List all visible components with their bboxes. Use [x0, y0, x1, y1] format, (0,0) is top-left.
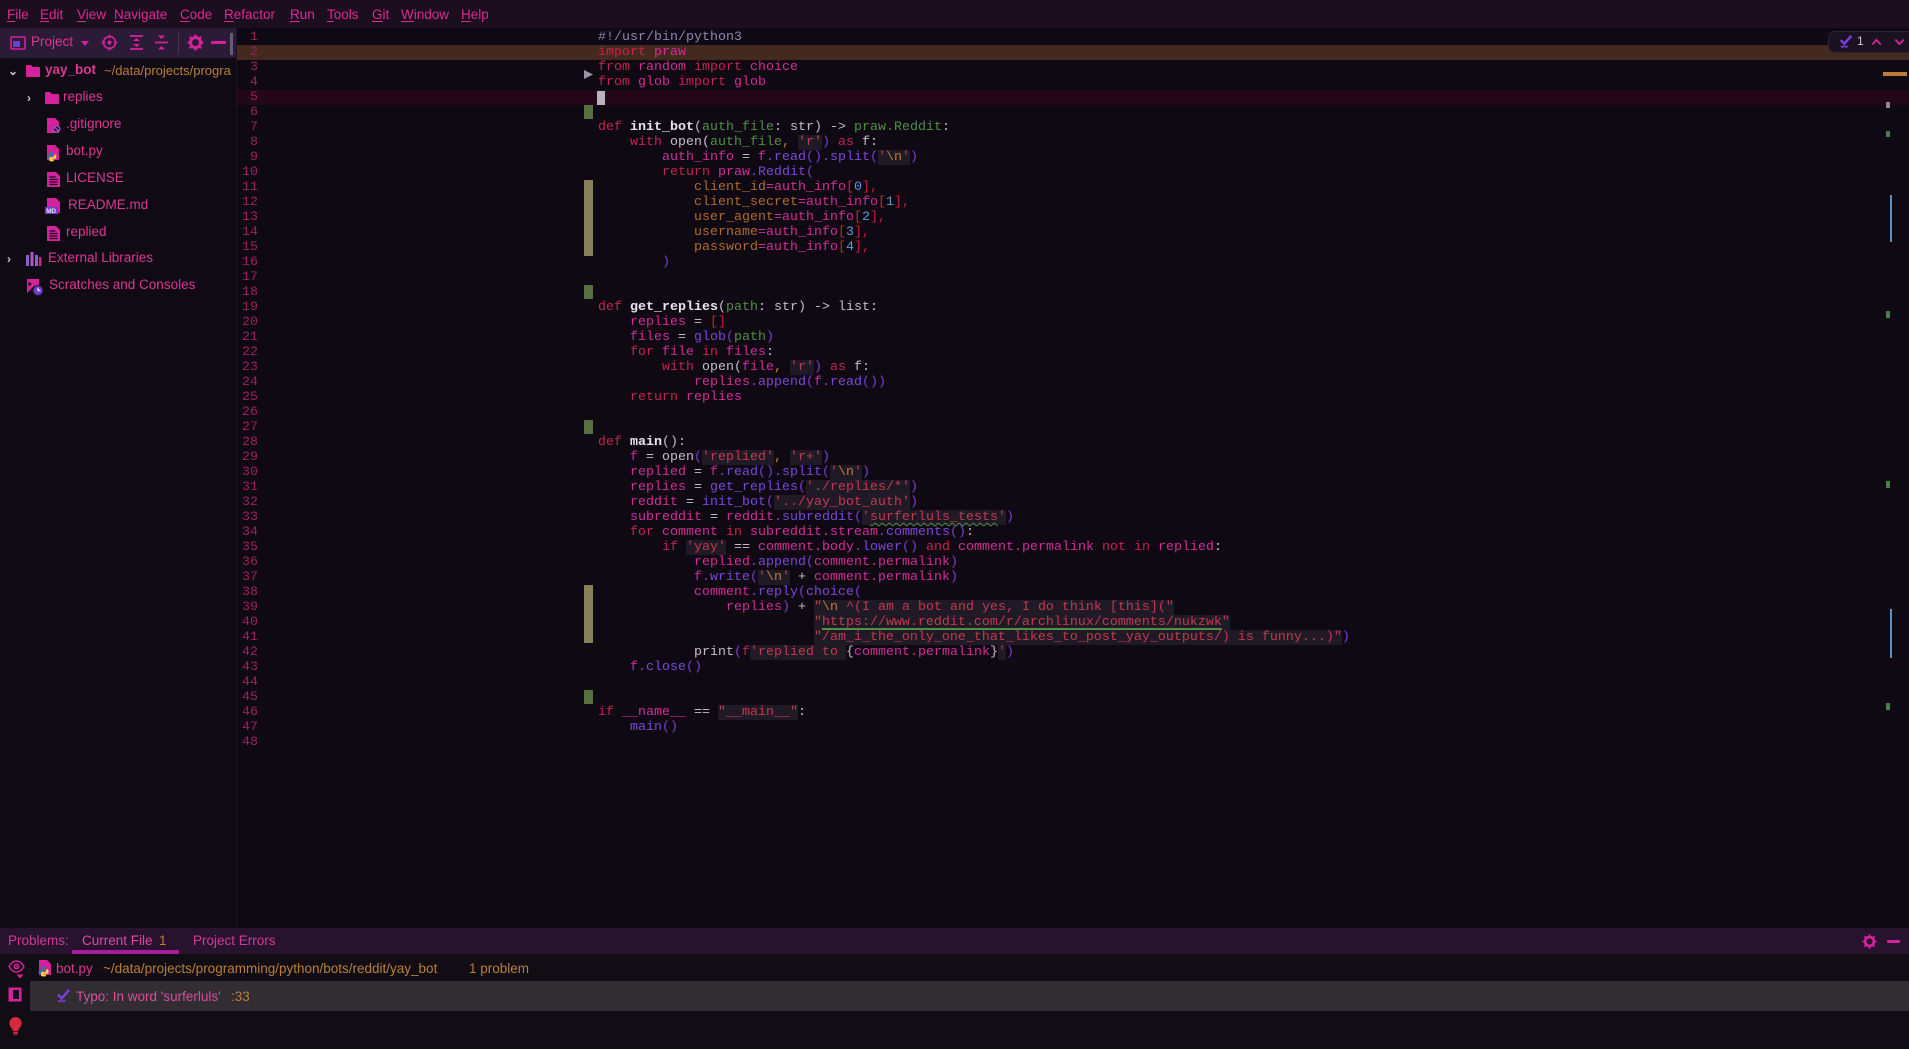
- svg-text:MD: MD: [46, 208, 56, 215]
